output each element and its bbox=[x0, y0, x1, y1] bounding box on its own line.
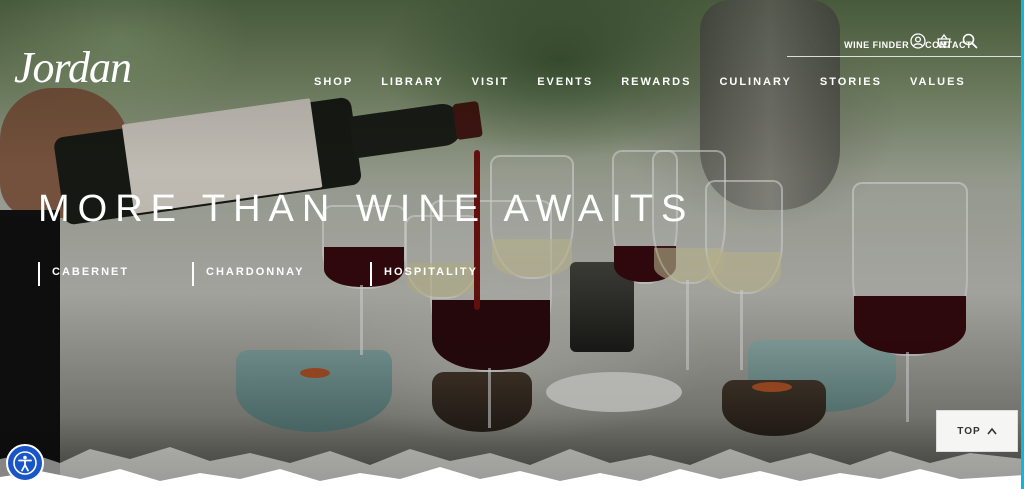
search-icon[interactable] bbox=[962, 33, 978, 49]
torn-paper-edge bbox=[0, 447, 1024, 489]
wine-finder-link[interactable]: WINE FINDER bbox=[844, 40, 909, 50]
jordan-logo[interactable]: Jordan bbox=[14, 42, 132, 93]
nav-values[interactable]: VALUES bbox=[910, 76, 966, 88]
nav-library[interactable]: LIBRARY bbox=[381, 76, 443, 88]
nav-visit[interactable]: VISIT bbox=[472, 76, 510, 88]
hero-overlay bbox=[0, 0, 1024, 489]
hero-links: CABERNET CHARDONNAY HOSPITALITY bbox=[38, 262, 490, 286]
main-nav: SHOP LIBRARY VISIT EVENTS REWARDS CULINA… bbox=[314, 76, 966, 88]
nav-events[interactable]: EVENTS bbox=[537, 76, 593, 88]
header-icons bbox=[910, 33, 978, 49]
user-icon[interactable] bbox=[910, 33, 926, 49]
nav-stories[interactable]: STORIES bbox=[820, 76, 882, 88]
nav-rewards[interactable]: REWARDS bbox=[621, 76, 691, 88]
cabernet-link[interactable]: CABERNET bbox=[38, 262, 192, 286]
accessibility-icon[interactable] bbox=[6, 444, 44, 482]
basket-icon[interactable] bbox=[936, 33, 952, 49]
top-label: TOP bbox=[957, 425, 981, 437]
hero-background-image bbox=[0, 0, 1024, 489]
nav-shop[interactable]: SHOP bbox=[314, 76, 353, 88]
chardonnay-link[interactable]: CHARDONNAY bbox=[192, 262, 370, 286]
chevron-up-icon bbox=[987, 427, 997, 435]
nav-culinary[interactable]: CULINARY bbox=[719, 76, 791, 88]
back-to-top-button[interactable]: TOP bbox=[936, 410, 1018, 452]
hospitality-link[interactable]: HOSPITALITY bbox=[370, 262, 490, 286]
header-divider bbox=[787, 56, 1024, 57]
hero-headline: MORE THAN WINE AWAITS bbox=[38, 188, 695, 230]
